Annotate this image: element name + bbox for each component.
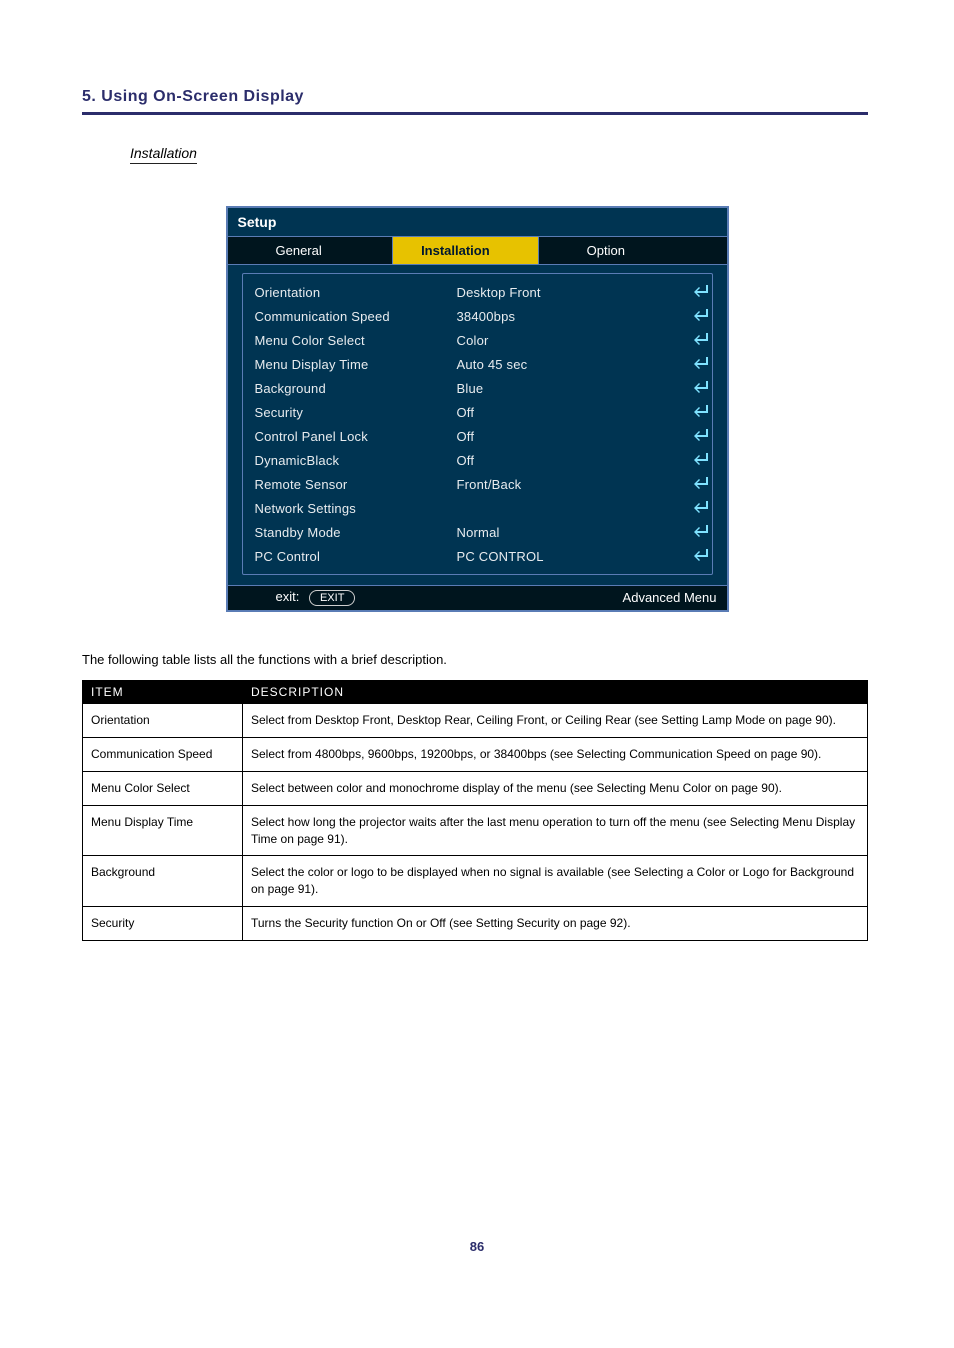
functions-table: ITEM DESCRIPTION Orientation Select from…	[82, 680, 868, 940]
table-row: Menu Display Time Select how long the pr…	[83, 805, 868, 856]
enter-icon	[680, 525, 708, 540]
advanced-menu-label: Advanced Menu	[623, 590, 717, 605]
osd-panel: Setup General Installation Option Orient…	[226, 206, 729, 612]
item-label: Security	[247, 405, 457, 420]
table-cell-desc: Select between color and monochrome disp…	[243, 772, 868, 806]
table-row: Orientation Select from Desktop Front, D…	[83, 704, 868, 738]
item-label: DynamicBlack	[247, 453, 457, 468]
heading-rule	[82, 112, 868, 115]
table-cell-item: Background	[83, 856, 243, 907]
menu-item-standby-mode[interactable]: Standby Mode Normal	[247, 520, 708, 544]
enter-icon	[680, 405, 708, 420]
enter-icon	[680, 453, 708, 468]
item-label: Orientation	[247, 285, 457, 300]
menu-item-remote-sensor[interactable]: Remote Sensor Front/Back	[247, 472, 708, 496]
menu-item-menu-color-select[interactable]: Menu Color Select Color	[247, 328, 708, 352]
osd-tabs: General Installation Option	[228, 237, 727, 265]
table-cell-desc: Select the color or logo to be displayed…	[243, 856, 868, 907]
table-header-item: ITEM	[83, 681, 243, 704]
enter-icon	[680, 357, 708, 372]
item-label: Menu Display Time	[247, 357, 457, 372]
page-number: 86	[0, 1239, 954, 1254]
menu-item-menu-display-time[interactable]: Menu Display Time Auto 45 sec	[247, 352, 708, 376]
item-label: Control Panel Lock	[247, 429, 457, 444]
menu-item-security[interactable]: Security Off	[247, 400, 708, 424]
tab-installation[interactable]: Installation	[393, 237, 539, 264]
item-value: Blue	[457, 381, 680, 396]
table-header-description: DESCRIPTION	[243, 681, 868, 704]
osd-footer: exit: EXIT Advanced Menu	[226, 585, 729, 612]
item-label: Menu Color Select	[247, 333, 457, 348]
item-label: Communication Speed	[247, 309, 457, 324]
tab-option[interactable]: Option	[539, 237, 727, 264]
menu-item-communication-speed[interactable]: Communication Speed 38400bps	[247, 304, 708, 328]
exit-button[interactable]: EXIT	[309, 590, 355, 606]
osd-title: Setup	[228, 208, 727, 237]
table-cell-item: Communication Speed	[83, 738, 243, 772]
table-row: Security Turns the Security function On …	[83, 907, 868, 941]
item-value: Off	[457, 405, 680, 420]
table-cell-desc: Select how long the projector waits afte…	[243, 805, 868, 856]
item-value: Off	[457, 453, 680, 468]
table-row: Communication Speed Select from 4800bps,…	[83, 738, 868, 772]
menu-item-background[interactable]: Background Blue	[247, 376, 708, 400]
exit-label: exit:	[276, 589, 300, 604]
table-cell-desc: Select from Desktop Front, Desktop Rear,…	[243, 704, 868, 738]
enter-icon	[680, 477, 708, 492]
enter-icon	[680, 381, 708, 396]
menu-item-control-panel-lock[interactable]: Control Panel Lock Off	[247, 424, 708, 448]
subsection-heading: Installation	[130, 145, 197, 164]
item-value: Desktop Front	[457, 285, 680, 300]
item-label: Standby Mode	[247, 525, 457, 540]
menu-item-network-settings[interactable]: Network Settings	[247, 496, 708, 520]
item-value: PC CONTROL	[457, 549, 680, 564]
table-row: Menu Color Select Select between color a…	[83, 772, 868, 806]
enter-icon	[680, 285, 708, 300]
table-cell-item: Security	[83, 907, 243, 941]
table-row: Background Select the color or logo to b…	[83, 856, 868, 907]
item-label: PC Control	[247, 549, 457, 564]
enter-icon	[680, 501, 708, 516]
table-cell-desc: Select from 4800bps, 9600bps, 19200bps, …	[243, 738, 868, 772]
table-cell-item: Menu Display Time	[83, 805, 243, 856]
item-value: Auto 45 sec	[457, 357, 680, 372]
item-value: 38400bps	[457, 309, 680, 324]
item-value: Color	[457, 333, 680, 348]
item-label: Background	[247, 381, 457, 396]
item-value: Off	[457, 429, 680, 444]
table-description: The following table lists all the functi…	[82, 652, 872, 669]
item-label: Remote Sensor	[247, 477, 457, 492]
table-cell-item: Orientation	[83, 704, 243, 738]
table-cell-desc: Turns the Security function On or Off (s…	[243, 907, 868, 941]
menu-item-dynamicblack[interactable]: DynamicBlack Off	[247, 448, 708, 472]
item-label: Network Settings	[247, 501, 457, 516]
menu-item-pc-control[interactable]: PC Control PC CONTROL	[247, 544, 708, 568]
enter-icon	[680, 333, 708, 348]
menu-item-orientation[interactable]: Orientation Desktop Front	[247, 280, 708, 304]
table-cell-item: Menu Color Select	[83, 772, 243, 806]
enter-icon	[680, 429, 708, 444]
enter-icon	[680, 309, 708, 324]
section-heading: 5. Using On-Screen Display	[82, 88, 872, 106]
item-value: Front/Back	[457, 477, 680, 492]
enter-icon	[680, 549, 708, 564]
item-value: Normal	[457, 525, 680, 540]
tab-general[interactable]: General	[228, 237, 394, 264]
